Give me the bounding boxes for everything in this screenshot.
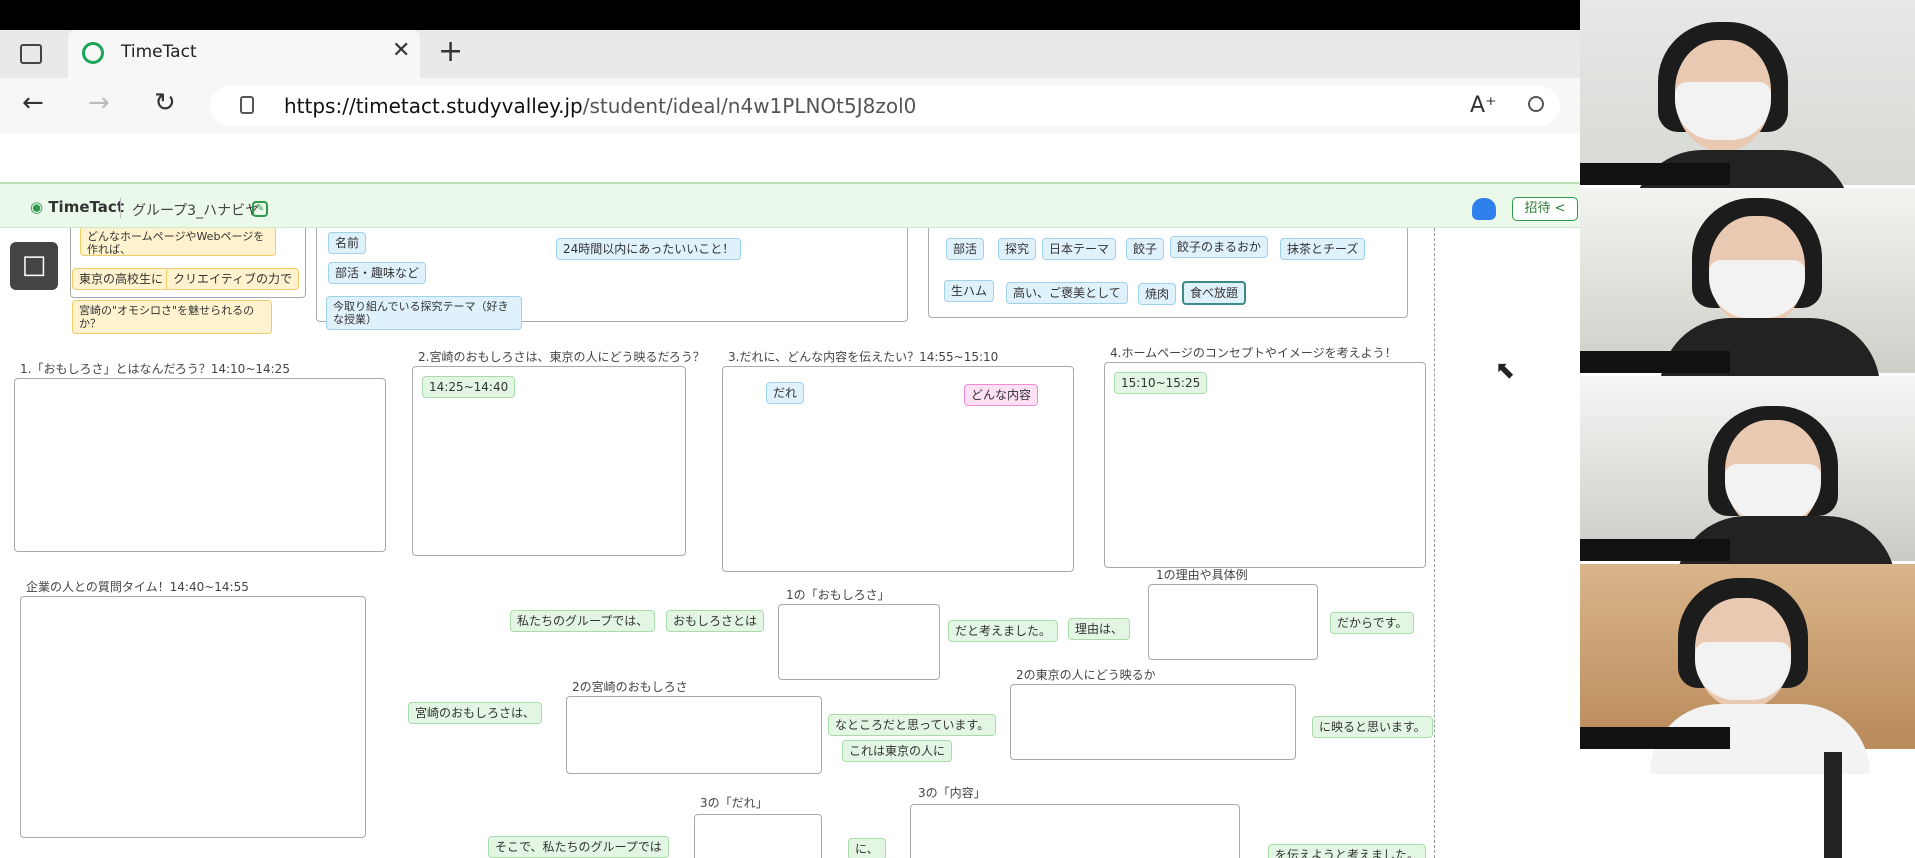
app-logo[interactable]: ◉ TimeTact	[30, 198, 124, 216]
participant-video[interactable]	[1580, 188, 1915, 388]
template-box[interactable]	[694, 814, 822, 858]
template-box[interactable]	[778, 604, 940, 680]
tag-sticky[interactable]: 餃子のまるおか	[1170, 236, 1269, 259]
new-tab-icon[interactable]: +	[438, 34, 463, 69]
tag-sticky[interactable]: 食べ放題	[1182, 281, 1247, 306]
sticky-name[interactable]: 名前	[328, 232, 367, 255]
template-box[interactable]	[910, 804, 1240, 858]
url-text[interactable]: https://timetact.studyvalley.jp/student/…	[284, 94, 916, 118]
template-sticky[interactable]: なところだと思っています。	[828, 714, 997, 737]
sticky-creative[interactable]: クリエイティブの力で	[166, 268, 300, 291]
section2-title: 2.宮崎のおもしろさは、東京の人にどう映るだろう？	[418, 350, 705, 364]
template-sticky[interactable]: 私たちのグループでは、	[510, 610, 656, 633]
close-tab-icon[interactable]: ✕	[392, 38, 410, 63]
qa-title: 企業の人との質問タイム！14:40~14:55	[26, 580, 249, 594]
template-box-label: 3の「だれ」	[700, 796, 768, 810]
section3-title: 3.だれに、どんな内容を伝えたい？14:55~15:10	[728, 350, 999, 364]
template-box-label: 3の「内容」	[918, 786, 986, 800]
tag-sticky[interactable]: 餃子	[1126, 238, 1165, 261]
sticky-research-theme[interactable]: 今取り組んでいる探究テーマ（好きな授業）	[326, 296, 522, 330]
template-box-label: 1の「おもしろさ」	[786, 588, 890, 602]
participant-video[interactable]	[1580, 564, 1915, 774]
read-aloud-icon[interactable]: A⁺	[1470, 93, 1497, 118]
template-box-label: 1の理由や具体例	[1156, 568, 1248, 582]
tag-sticky[interactable]: 生ハム	[944, 280, 995, 303]
participant-name-bar	[1580, 727, 1730, 749]
tag-sticky[interactable]: 部活	[946, 238, 985, 261]
refresh-icon[interactable]: ↻	[154, 88, 176, 118]
template-sticky[interactable]: 理由は、	[1068, 618, 1131, 641]
group-name: グループ3_ハナビヤ	[132, 203, 260, 219]
participant-name-bar	[1580, 163, 1730, 185]
qa-frame[interactable]	[20, 596, 366, 838]
section1-frame[interactable]	[14, 378, 386, 552]
participant-name-bar	[1580, 539, 1730, 561]
template-box[interactable]	[1148, 584, 1318, 660]
template-sticky[interactable]: だからです。	[1330, 612, 1415, 635]
tab-actions-icon[interactable]	[20, 44, 42, 64]
template-box[interactable]	[566, 696, 822, 774]
template-sticky[interactable]: だと考えました。	[948, 620, 1059, 643]
invite-button[interactable]: 招待 <	[1512, 197, 1578, 221]
template-box-label: 2の東京の人にどう映るか	[1016, 668, 1156, 682]
tag-sticky[interactable]: 日本テーマ	[1042, 238, 1117, 261]
sticky-time-s4[interactable]: 15:10~15:25	[1114, 372, 1208, 395]
sticky-miyazaki-fun[interactable]: 宮崎の"オモシロさ"を魅せられるのか？	[72, 300, 272, 334]
whiteboard-canvas[interactable]: どんなホームページやWebページを作れば、 東京の高校生に クリエイティブの力で…	[0, 228, 1580, 858]
template-sticky[interactable]: 宮崎のおもしろさは、	[408, 702, 543, 725]
lock-icon[interactable]	[240, 96, 254, 114]
forward-arrow-icon[interactable]: →	[88, 88, 110, 118]
template-sticky[interactable]: これは東京の人に	[842, 740, 953, 763]
edit-icon[interactable]: ✎	[252, 201, 268, 217]
sticky-tokyo-students[interactable]: 東京の高校生に	[72, 268, 171, 291]
template-box-label: 2の宮崎のおもしろさ	[572, 680, 688, 694]
template-sticky[interactable]: に、	[848, 838, 886, 858]
participant-video[interactable]	[1580, 0, 1915, 220]
template-sticky[interactable]: を伝えようと考えました。	[1268, 844, 1427, 858]
section4-title: 4.ホームページのコンセプトやイメージを考えよう！	[1110, 346, 1397, 360]
window-top-bar	[0, 0, 1580, 30]
tag-sticky[interactable]: 抹茶とチーズ	[1280, 238, 1366, 261]
sticky-theme-question[interactable]: どんなホームページやWebページを作れば、	[80, 228, 276, 256]
timetact-favicon-icon	[82, 42, 104, 64]
tag-sticky[interactable]: 探究	[998, 238, 1037, 261]
sticky-who[interactable]: だれ	[766, 382, 805, 405]
assistant-bot-icon[interactable]	[1472, 198, 1496, 220]
participant-video[interactable]	[1580, 376, 1915, 586]
template-sticky[interactable]: そこで、私たちのグループでは	[488, 836, 669, 858]
tag-sticky[interactable]: 高い、ご褒美として	[1006, 282, 1128, 305]
sticky-time-s2[interactable]: 14:25~14:40	[422, 376, 516, 399]
page-blank-area	[0, 134, 1580, 184]
template-sticky[interactable]: に映ると思います。	[1312, 716, 1433, 739]
template-sticky[interactable]: おもしろさとは	[666, 610, 765, 633]
section1-title: 1.「おもしろさ」とはなんだろう？14:10~14:25	[20, 362, 290, 376]
frame-tool-icon[interactable]: □	[10, 242, 58, 290]
participant-name-bar	[1580, 351, 1730, 373]
sticky-good-thing[interactable]: 24時間以内にあったいいこと！	[556, 238, 742, 261]
tag-sticky[interactable]: 焼肉	[1138, 283, 1177, 306]
mouse-cursor-icon: ⬉	[1495, 356, 1516, 384]
tab-title: TimeTact	[121, 42, 197, 62]
video-scrollbar[interactable]	[1824, 752, 1842, 858]
canvas-boundary	[1434, 228, 1435, 858]
share-icon: <	[1554, 201, 1566, 216]
divider	[120, 198, 121, 218]
back-arrow-icon[interactable]: ←	[22, 88, 44, 118]
sticky-what[interactable]: どんな内容	[964, 384, 1039, 407]
sticky-club-hobby[interactable]: 部活・趣味など	[328, 262, 427, 285]
template-box[interactable]	[1010, 684, 1296, 760]
zoom-icon[interactable]	[1528, 96, 1544, 112]
